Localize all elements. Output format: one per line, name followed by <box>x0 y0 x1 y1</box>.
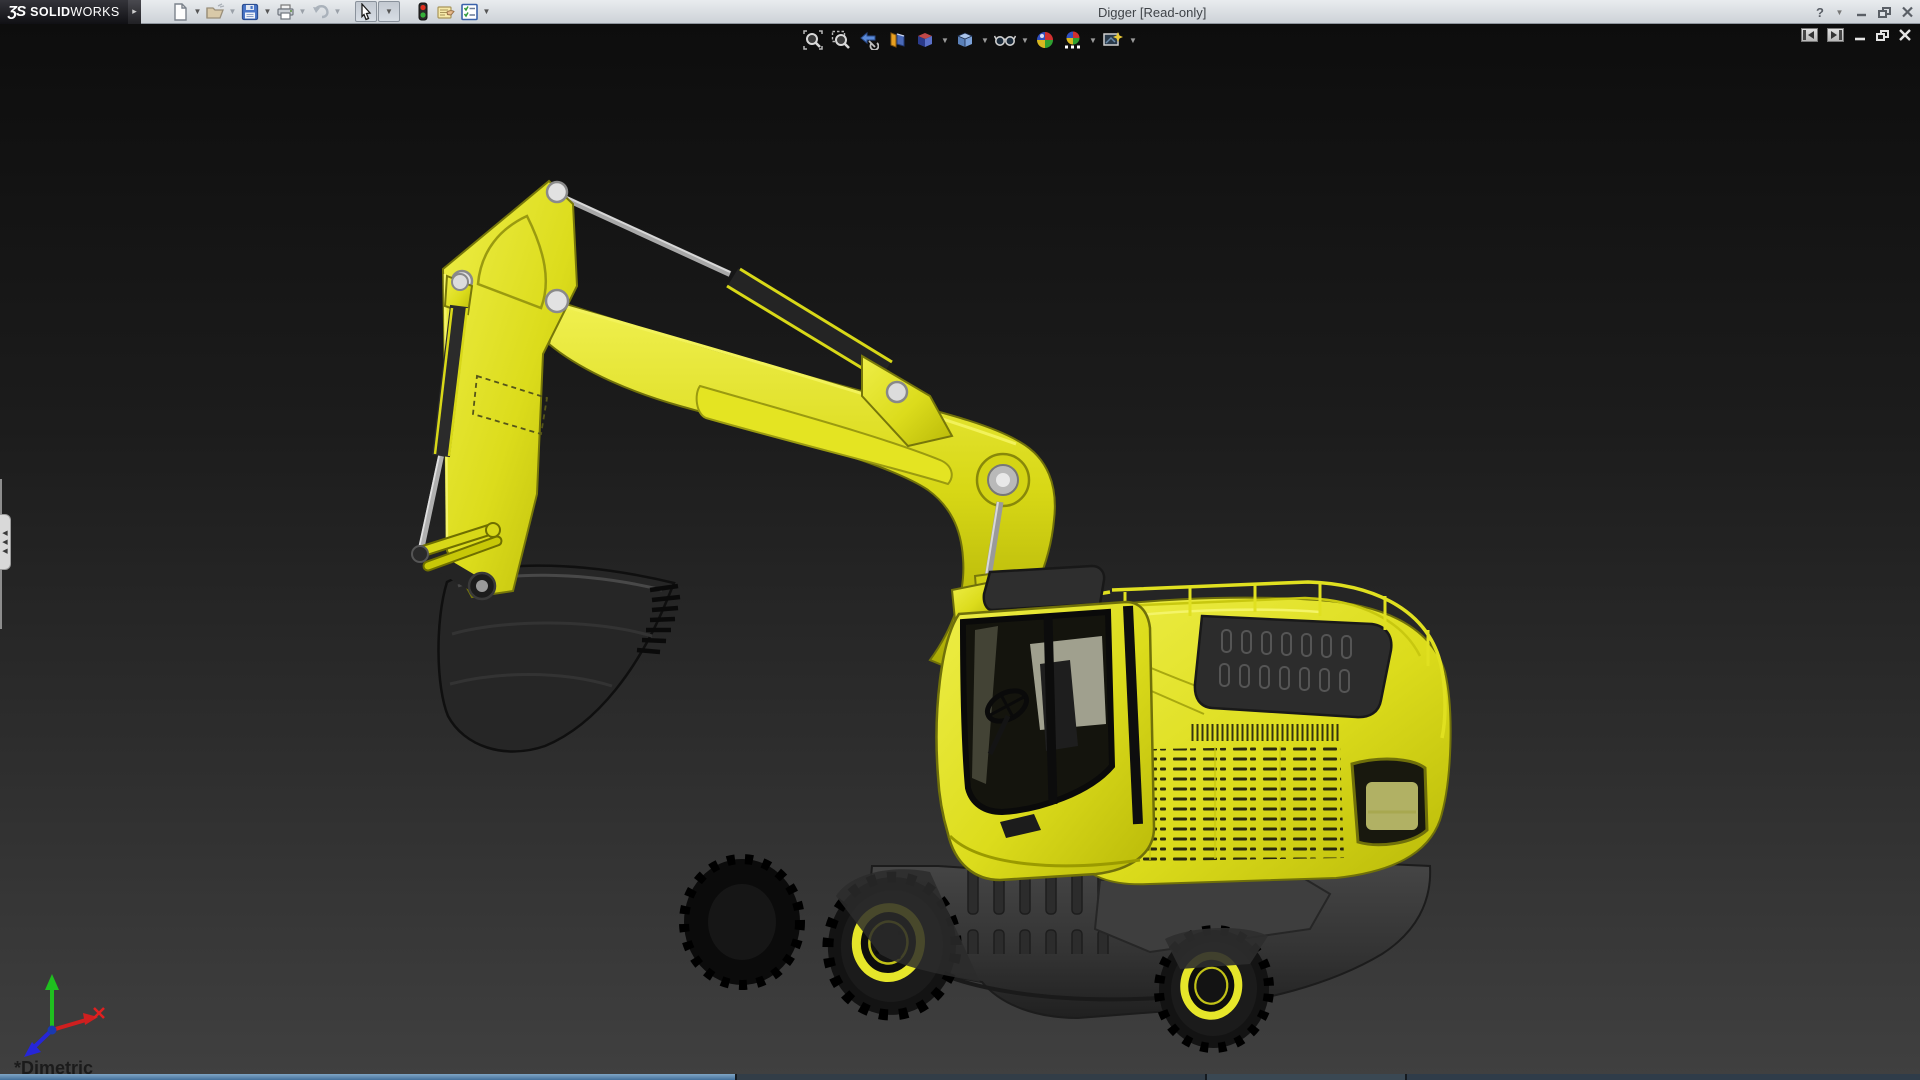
dassault-3ds-icon: ƷS <box>8 3 25 20</box>
section-view-button[interactable] <box>884 28 910 52</box>
rebuild-traffic-light-icon <box>417 2 429 21</box>
save-dropdown[interactable]: ▼ <box>262 1 273 22</box>
excavator-model[interactable] <box>412 181 1451 1053</box>
zoom-to-fit-button[interactable] <box>800 28 826 52</box>
hide-show-items-button[interactable] <box>992 28 1018 52</box>
checkered-flag <box>1065 46 1080 49</box>
status-segment <box>735 1074 1205 1080</box>
grille-band <box>1190 724 1340 741</box>
solidworks-logo[interactable]: ƷS SOLIDWORKS <box>0 0 128 24</box>
help-dropdown[interactable]: ▼ <box>1834 2 1845 23</box>
status-segment <box>0 1074 735 1080</box>
glasses-icon <box>994 30 1016 50</box>
display-style-dropdown[interactable]: ▼ <box>980 36 990 45</box>
new-document-button[interactable] <box>169 1 191 22</box>
select-arrow-icon <box>358 3 374 21</box>
boom-stick-pin <box>546 290 568 312</box>
new-document-icon <box>172 3 189 21</box>
apply-scene-icon <box>1062 30 1084 50</box>
options-button[interactable] <box>458 1 480 22</box>
zoom-to-fit-icon <box>803 30 823 50</box>
orientation-triad <box>24 974 104 1057</box>
roof-cover <box>984 566 1104 610</box>
section-view-icon <box>887 30 907 50</box>
document-title: Digger [Read-only] <box>1098 0 1206 24</box>
rear-window[interactable] <box>1352 759 1427 845</box>
cab[interactable] <box>937 566 1154 880</box>
previous-view-button[interactable] <box>856 28 882 52</box>
doc-close-button[interactable] <box>1898 29 1912 41</box>
splitter-arrow-icon: ◀ <box>2 531 7 536</box>
options-dropdown[interactable]: ▼ <box>481 1 492 22</box>
engine-cover[interactable] <box>1195 616 1391 717</box>
doc-restore-button[interactable] <box>1876 30 1889 41</box>
view-orientation-dropdown[interactable]: ▼ <box>940 36 950 45</box>
zoom-to-area-icon <box>831 30 851 50</box>
previous-view-icon <box>859 30 879 50</box>
x-axis-marker <box>94 1008 104 1018</box>
toggle-right-pane-button[interactable] <box>1827 28 1844 42</box>
file-properties-icon <box>436 3 456 21</box>
open-folder-icon <box>205 3 225 21</box>
collapse-left-icon <box>1803 30 1816 40</box>
options-checklist-icon <box>460 3 479 21</box>
app-close-button[interactable] <box>1901 6 1914 18</box>
wheel-rear-left[interactable] <box>684 859 800 985</box>
print-icon <box>276 3 295 21</box>
apply-scene-button[interactable] <box>1060 28 1086 52</box>
solidworks-window: ƷS SOLIDWORKS ▸ ▼ ▼ <box>0 0 1920 1080</box>
status-segment <box>1205 1074 1405 1080</box>
select-button[interactable] <box>355 1 377 22</box>
apply-scene-dropdown[interactable]: ▼ <box>1088 36 1098 45</box>
appearance-sphere-icon <box>1035 30 1055 50</box>
hide-show-items-dropdown[interactable]: ▼ <box>1020 36 1030 45</box>
solidworks-logo-text: SOLIDWORKS <box>30 5 119 19</box>
undo-dropdown[interactable]: ▼ <box>332 1 343 22</box>
open-dropdown[interactable]: ▼ <box>227 1 238 22</box>
open-button[interactable] <box>204 1 226 22</box>
print-button[interactable] <box>274 1 296 22</box>
app-restore-button[interactable] <box>1878 7 1891 18</box>
select-dropdown[interactable]: ▼ <box>378 1 400 22</box>
view-orientation-icon <box>915 30 935 50</box>
view-settings-button[interactable] <box>1100 28 1126 52</box>
headsup-view-toolbar: ▼ ▼ ▼ <box>800 28 1138 52</box>
pane-splitter-handle[interactable]: ◀ ◀ ◀ <box>0 514 11 570</box>
title-bar: ƷS SOLIDWORKS ▸ ▼ ▼ <box>0 0 1920 24</box>
save-floppy-icon <box>241 3 259 21</box>
chassis-slats <box>956 870 1116 954</box>
status-segment <box>1405 1074 1920 1080</box>
display-style-button[interactable] <box>952 28 978 52</box>
view-orientation-button[interactable] <box>912 28 938 52</box>
splitter-arrow-icon: ◀ <box>2 549 7 554</box>
rebuild-button[interactable] <box>412 1 434 22</box>
help-button[interactable]: ? <box>1816 5 1824 20</box>
undo-icon <box>311 3 330 21</box>
status-edge-strip <box>0 1074 1920 1080</box>
zoom-to-area-button[interactable] <box>828 28 854 52</box>
standard-toolbar: ▼ ▼ ▼ <box>169 1 492 22</box>
new-document-dropdown[interactable]: ▼ <box>192 1 203 22</box>
undo-button[interactable] <box>309 1 331 22</box>
toggle-left-pane-button[interactable] <box>1801 28 1818 42</box>
file-properties-button[interactable] <box>435 1 457 22</box>
edit-appearance-button[interactable] <box>1032 28 1058 52</box>
view-settings-icon <box>1102 30 1124 50</box>
expand-right-icon <box>1829 30 1842 40</box>
view-settings-dropdown[interactable]: ▼ <box>1128 36 1138 45</box>
display-style-icon <box>955 30 975 50</box>
print-dropdown[interactable]: ▼ <box>297 1 308 22</box>
graphics-viewport[interactable]: *Dimetric <box>0 24 1920 1080</box>
apex-pin <box>547 182 567 202</box>
model-canvas[interactable]: *Dimetric <box>0 24 1920 1080</box>
save-button[interactable] <box>239 1 261 22</box>
doc-minimize-button[interactable] <box>1853 29 1867 41</box>
cylinder-pin <box>887 382 907 402</box>
splitter-arrow-icon: ◀ <box>2 540 7 545</box>
menu-expand-button[interactable]: ▸ <box>128 0 141 24</box>
document-window-controls <box>1801 28 1912 42</box>
app-minimize-button[interactable] <box>1855 6 1868 18</box>
